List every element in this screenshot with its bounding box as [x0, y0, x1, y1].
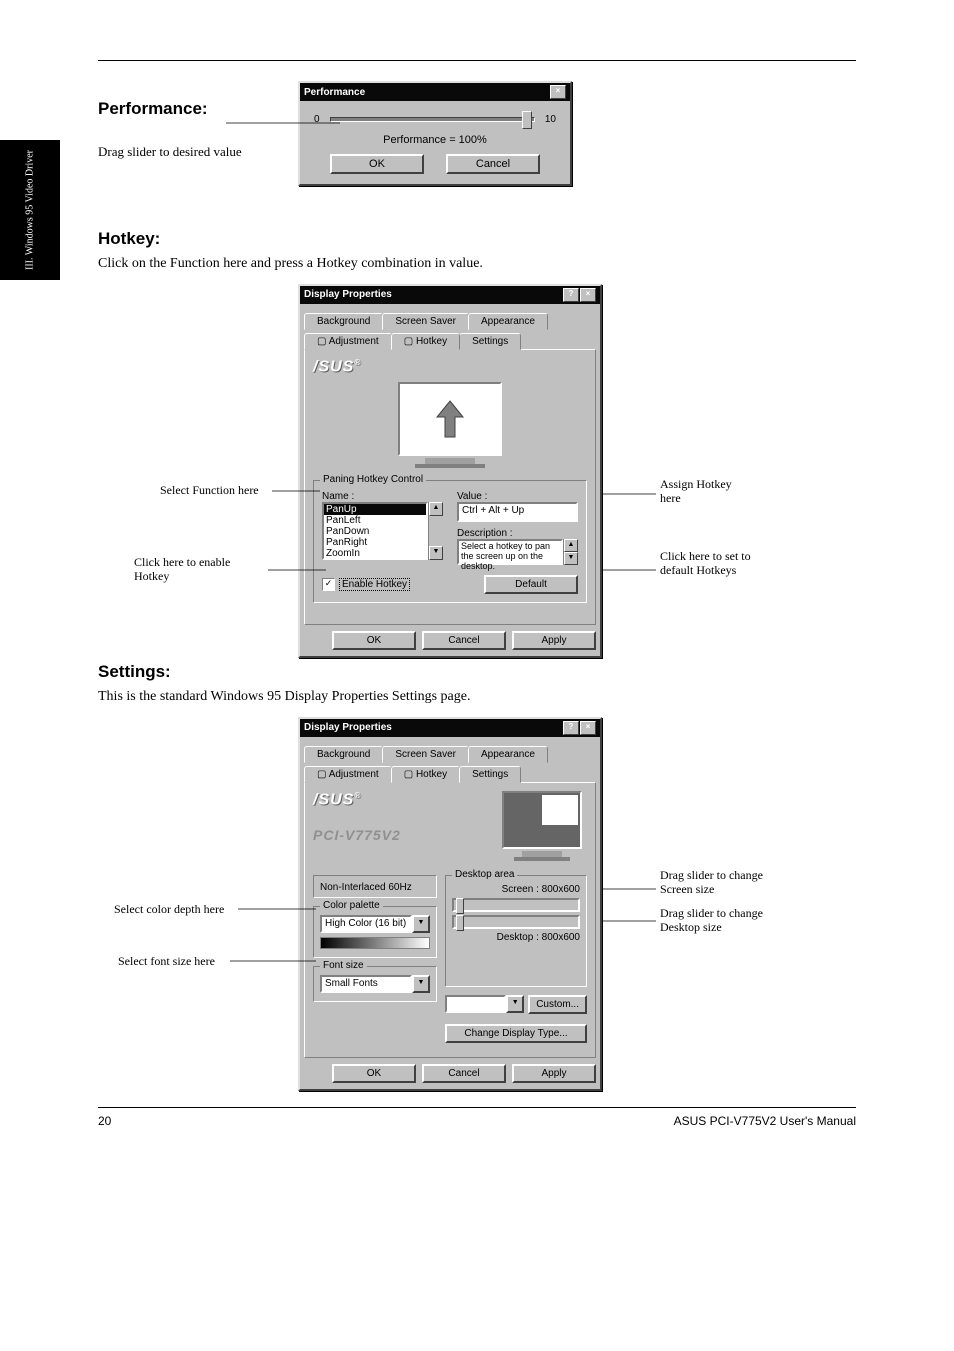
- cancel-button[interactable]: Cancel: [422, 631, 506, 650]
- tab-appearance[interactable]: Appearance: [468, 746, 548, 763]
- value-label: Value :: [457, 491, 578, 502]
- font-size-combo[interactable]: Small Fonts ▼: [320, 975, 430, 993]
- brand-logo: /SUS®: [313, 358, 587, 376]
- tab-adjustment[interactable]: ▢ Adjustment: [304, 333, 392, 350]
- apply-button[interactable]: Apply: [512, 631, 596, 650]
- tab-adjustment[interactable]: ▢ Adjustment: [304, 766, 392, 783]
- section-title-settings: Settings:: [98, 662, 856, 682]
- perf-caption: Drag slider to desired value: [98, 143, 298, 161]
- header-rule: [98, 60, 856, 61]
- ok-button[interactable]: OK: [332, 631, 416, 650]
- display-properties-hotkey: Display Properties ? × Background Screen…: [298, 284, 602, 658]
- list-item: PanRight: [324, 537, 426, 548]
- desktop-area-label: Desktop area: [452, 869, 517, 880]
- desktop-slider[interactable]: [452, 915, 580, 929]
- enable-hotkey-checkbox[interactable]: ✓ Enable Hotkey: [322, 578, 410, 591]
- tab-settings[interactable]: Settings: [459, 766, 521, 783]
- tab-hotkey[interactable]: ▢ Hotkey: [391, 766, 460, 783]
- tab-screensaver[interactable]: Screen Saver: [382, 746, 469, 763]
- list-item: PanUp: [324, 504, 426, 515]
- close-icon[interactable]: ×: [580, 721, 596, 735]
- list-item: PanLeft: [324, 515, 426, 526]
- hotkey-desc-field: Select a hotkey to pan the screen up on …: [457, 539, 563, 565]
- performance-slider[interactable]: [330, 117, 535, 122]
- chevron-down-icon: ▼: [506, 995, 524, 1013]
- performance-label: Performance = 100%: [314, 134, 556, 146]
- slider-min: 0: [314, 114, 320, 125]
- chevron-down-icon: ▼: [412, 975, 430, 993]
- tab-appearance[interactable]: Appearance: [468, 313, 548, 330]
- brand-logo: /SUS®: [313, 791, 489, 809]
- callout: Hotkey: [134, 569, 169, 583]
- dialog-title: Performance: [304, 87, 365, 98]
- up-arrow-icon: [435, 399, 465, 439]
- display-properties-settings: Display Properties ? × Background Screen…: [298, 717, 602, 1091]
- monitor-preview: [390, 382, 510, 472]
- hotkey-groupbox: Paning Hotkey Control Name : PanUp PanLe…: [313, 480, 587, 603]
- desktop-info: Desktop : 800x600: [452, 932, 580, 943]
- callout: Select font size here: [118, 954, 215, 968]
- close-icon[interactable]: ×: [550, 85, 566, 99]
- hotkey-value-field[interactable]: Ctrl + Alt + Up: [457, 502, 578, 522]
- footer-title: ASUS PCI-V775V2 User's Manual: [674, 1114, 856, 1128]
- help-icon[interactable]: ?: [563, 721, 579, 735]
- font-size-label: Font size: [320, 960, 367, 971]
- ok-button[interactable]: OK: [332, 1064, 416, 1083]
- color-preview: [320, 937, 430, 949]
- name-label: Name :: [322, 491, 443, 502]
- section-title-hotkey: Hotkey:: [98, 229, 856, 249]
- page-number: 20: [98, 1114, 111, 1128]
- hotkey-name-list[interactable]: PanUp PanLeft PanDown PanRight ZoomIn: [322, 502, 428, 560]
- apply-button[interactable]: Apply: [512, 1064, 596, 1083]
- list-item: PanDown: [324, 526, 426, 537]
- tab-background[interactable]: Background: [304, 313, 383, 330]
- monitor-preview: [497, 791, 587, 861]
- callout: Select Function here: [160, 483, 259, 497]
- tab-background[interactable]: Background: [304, 746, 383, 763]
- color-palette-combo[interactable]: High Color (16 bit) ▼: [320, 915, 430, 933]
- side-tab: III. Windows 95 Video Driver: [0, 140, 60, 280]
- screen-slider[interactable]: [452, 898, 580, 912]
- list-item: ZoomIn: [324, 548, 426, 559]
- settings-extra-combo[interactable]: ▼: [445, 995, 524, 1013]
- color-palette-label: Color palette: [320, 900, 383, 911]
- cancel-button[interactable]: Cancel: [446, 154, 540, 174]
- hotkey-intro: Click on the Function here and press a H…: [98, 255, 856, 274]
- chevron-down-icon: ▼: [412, 915, 430, 933]
- default-button[interactable]: Default: [484, 575, 578, 594]
- list-scrollbar[interactable]: ▲▼: [428, 502, 443, 560]
- help-icon[interactable]: ?: [563, 288, 579, 302]
- close-icon[interactable]: ×: [580, 288, 596, 302]
- custom-button[interactable]: Custom...: [528, 995, 587, 1014]
- desc-scrollbar[interactable]: ▲▼: [563, 539, 578, 565]
- groupbox-label: Paning Hotkey Control: [320, 474, 426, 485]
- cancel-button[interactable]: Cancel: [422, 1064, 506, 1083]
- screen-info: Screen : 800x600: [452, 884, 580, 895]
- refresh-label: Non-Interlaced 60Hz: [320, 882, 430, 893]
- ok-button[interactable]: OK: [330, 154, 424, 174]
- dialog-title: Display Properties: [304, 289, 392, 300]
- settings-intro: This is the standard Windows 95 Display …: [98, 688, 856, 707]
- slider-max: 10: [545, 114, 556, 125]
- dialog-title: Display Properties: [304, 722, 392, 733]
- callout: Click here to enable: [134, 555, 230, 569]
- performance-dialog: Performance × 0 10 Performance = 100%: [298, 81, 572, 186]
- tab-hotkey[interactable]: ▢ Hotkey: [391, 333, 460, 350]
- callout: Select color depth here: [114, 902, 224, 916]
- section-title-performance: Performance:: [98, 99, 298, 119]
- tab-settings[interactable]: Settings: [459, 333, 521, 350]
- product-label: PCI-V775V2: [313, 827, 489, 843]
- change-display-type-button[interactable]: Change Display Type...: [445, 1024, 587, 1043]
- tab-screensaver[interactable]: Screen Saver: [382, 313, 469, 330]
- desc-label: Description :: [457, 528, 578, 539]
